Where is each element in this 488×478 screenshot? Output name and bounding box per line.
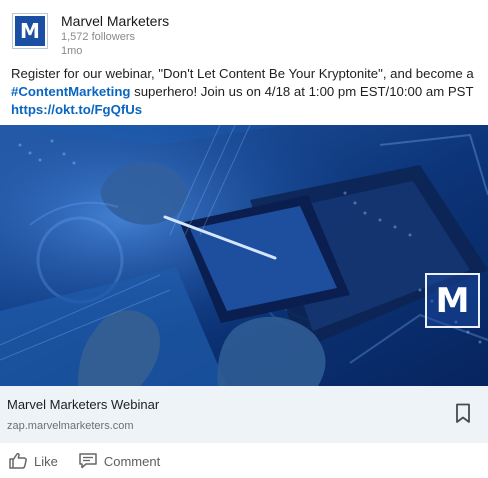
comment-icon <box>79 453 97 469</box>
like-icon <box>9 452 27 469</box>
company-logo-mark: M <box>15 16 45 46</box>
image-brand-logo: M <box>425 273 480 328</box>
like-button[interactable]: Like <box>8 452 58 470</box>
post-text-suffix: superhero! Join us on 4/18 at 1:00 pm ES… <box>130 84 474 99</box>
webinar-image[interactable]: M <box>0 125 488 386</box>
post-age: 1mo <box>61 45 83 57</box>
office-scene-illustration <box>0 125 488 386</box>
link-card-title[interactable]: Marvel Marketers Webinar <box>7 397 159 412</box>
link-preview-card[interactable]: Marvel Marketers Webinar zap.marvelmarke… <box>0 386 488 443</box>
post-meta: Marvel Marketers 1,572 followers 1mo <box>61 13 169 57</box>
bookmark-icon[interactable] <box>455 403 471 424</box>
hashtag-link[interactable]: #ContentMarketing <box>11 84 130 99</box>
company-name[interactable]: Marvel Marketers <box>61 13 169 30</box>
comment-label: Comment <box>103 453 161 469</box>
post-text-prefix: Register for our webinar, "Don't Let Con… <box>11 66 474 81</box>
like-label: Like <box>34 453 58 469</box>
company-logo[interactable]: M <box>12 13 48 49</box>
linkedin-post: M Marvel Marketers 1,572 followers 1mo R… <box>0 0 488 478</box>
post-header: M Marvel Marketers 1,572 followers 1mo <box>12 13 169 57</box>
image-logo-letter: M <box>435 280 470 321</box>
link-card-domain: zap.marvelmarketers.com <box>7 420 134 432</box>
comment-button[interactable]: Comment <box>78 452 160 470</box>
follower-count: 1,572 followers <box>61 31 135 43</box>
post-body: Register for our webinar, "Don't Let Con… <box>11 65 481 119</box>
post-actions: Like Comment <box>8 452 180 470</box>
post-url-link[interactable]: https://okt.to/FgQfUs <box>11 101 481 119</box>
